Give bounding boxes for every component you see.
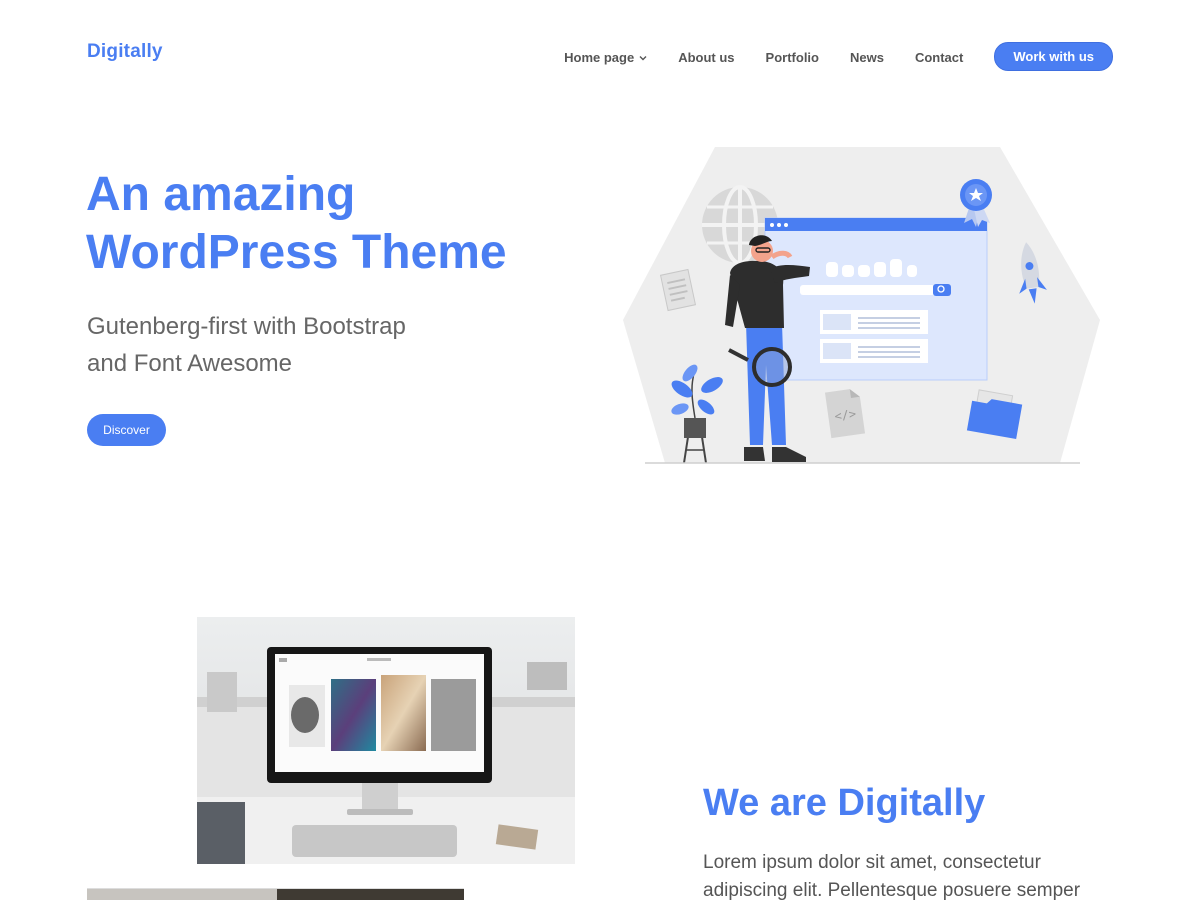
nav-home-page[interactable]: Home page	[564, 50, 647, 65]
about-text-line2: adipiscing elit. Pellentesque posuere se…	[703, 880, 1081, 900]
magnifier-icon	[752, 347, 792, 387]
nav-contact[interactable]: Contact	[915, 50, 963, 65]
about-text: Lorem ipsum dolor sit amet, consectetur …	[703, 849, 1123, 900]
second-photo-graphic	[87, 889, 464, 900]
second-photo	[87, 888, 464, 900]
nav-about-us[interactable]: About us	[678, 50, 734, 65]
main-nav: Home page About us Portfolio News Contac…	[564, 42, 1113, 71]
chevron-down-icon	[639, 55, 647, 60]
work-with-us-button[interactable]: Work with us	[994, 42, 1113, 71]
hero-title: An amazing WordPress Theme	[86, 166, 566, 282]
hero-title-line2: WordPress Theme	[86, 226, 507, 279]
hero-subtitle: Gutenberg-first with Bootstrap and Font …	[87, 308, 507, 382]
desktop-photo	[197, 617, 575, 864]
browser-window-graphic	[764, 217, 988, 381]
discover-button[interactable]: Discover	[87, 414, 166, 446]
about-title: We are Digitally	[703, 782, 986, 824]
site-logo[interactable]: Digitally	[87, 41, 163, 63]
desktop-photo-graphic	[197, 617, 575, 864]
svg-text:</>: </>	[834, 407, 857, 424]
about-text-line1: Lorem ipsum dolor sit amet, consectetur	[703, 852, 1041, 873]
hero-subtitle-line2: and Font Awesome	[87, 350, 293, 377]
hero-subtitle-line1: Gutenberg-first with Bootstrap	[87, 313, 406, 340]
nav-portfolio[interactable]: Portfolio	[766, 50, 819, 65]
nav-home-label: Home page	[564, 50, 635, 65]
nav-news[interactable]: News	[850, 50, 884, 65]
hero-illustration: </>	[623, 147, 1100, 464]
hero-title-line1: An amazing	[86, 168, 356, 221]
